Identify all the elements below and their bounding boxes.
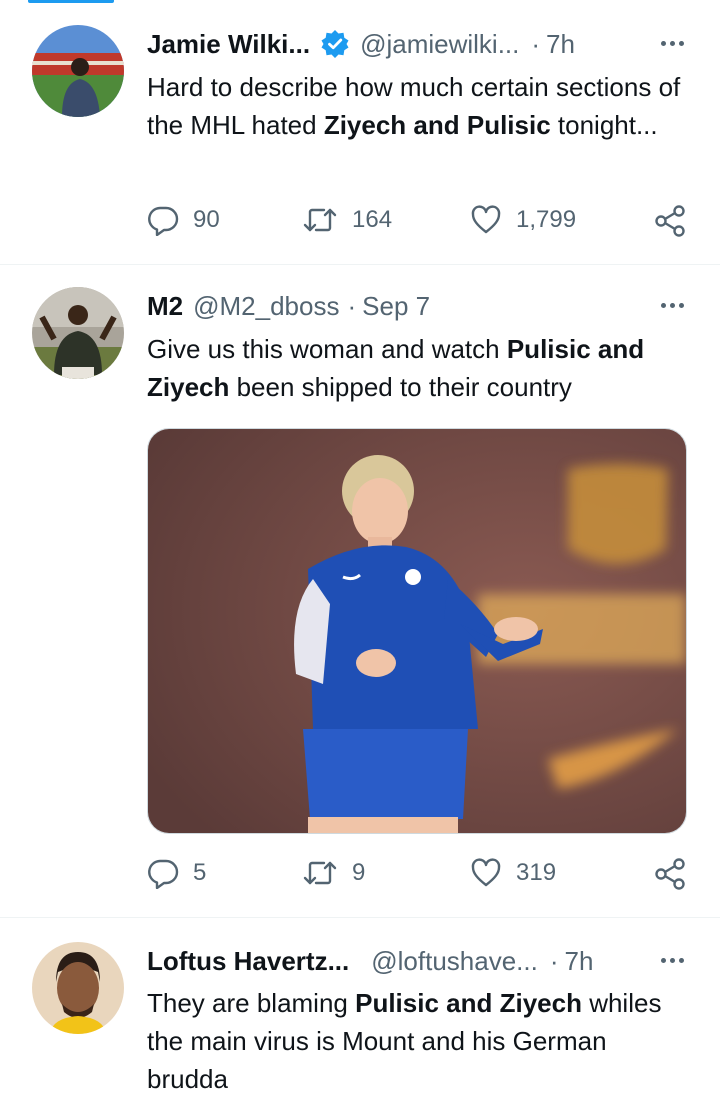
like-button[interactable]: 319 [470, 857, 556, 889]
more-icon[interactable] [661, 303, 684, 308]
tweet-time[interactable]: Sep 7 [362, 291, 430, 322]
separator-dot: · [347, 290, 357, 321]
tweet-time[interactable]: 7h [546, 29, 575, 60]
tweet-2[interactable]: M2 @M2_dboss · Sep 7 Give us this woman … [0, 265, 720, 917]
more-icon[interactable] [661, 958, 684, 963]
tweet-text: Hard to describe how much certain sectio… [147, 68, 690, 144]
verified-badge-icon [320, 29, 350, 59]
avatar-loftus[interactable] [32, 942, 124, 1034]
tweet-text-segment: been shipped to their country [229, 372, 572, 402]
share-icon [653, 204, 687, 238]
author-handle[interactable]: @jamiewilki... [360, 29, 519, 60]
share-button[interactable] [653, 857, 687, 891]
avatar-m2[interactable] [32, 287, 124, 379]
retweet-button[interactable]: 164 [302, 204, 392, 236]
reply-count: 5 [193, 859, 207, 886]
retweet-icon [302, 204, 338, 236]
tweet-text: Give us this woman and watch Pulisic and… [147, 330, 690, 406]
tweet-time[interactable]: 7h [565, 946, 594, 977]
tweet-text-segment: tonight... [550, 110, 658, 140]
tweet-1[interactable]: Jamie Wilki... @jamiewilki... · 7h Hard … [0, 0, 720, 265]
tweet-text-bold: Pulisic and Ziyech [355, 988, 582, 1018]
tweet-text: They are blaming Pulisic and Ziyech whil… [147, 984, 690, 1098]
tweet-text-segment: Give us this woman and watch [147, 334, 507, 364]
tweet-header: M2 @M2_dboss · Sep 7 [147, 289, 696, 323]
tweet-actions: 90 164 1,799 [147, 204, 692, 244]
separator-dot: · [549, 945, 559, 976]
like-count: 1,799 [516, 206, 577, 233]
share-button[interactable] [653, 204, 687, 238]
retweet-icon [302, 857, 338, 889]
reply-count: 90 [193, 206, 220, 233]
tweet-actions: 5 9 319 [147, 857, 692, 897]
like-icon [470, 204, 502, 236]
author-name[interactable]: Loftus Havertz... [147, 946, 349, 977]
share-icon [653, 857, 687, 891]
reply-button[interactable]: 90 [147, 204, 220, 236]
tweet-text-bold: Ziyech and Pulisic [323, 110, 551, 140]
retweet-button[interactable]: 9 [302, 857, 365, 889]
tweet-3[interactable]: Loftus Havertz... @loftushave... · 7h Th… [0, 918, 720, 1104]
reply-icon [147, 857, 179, 889]
reply-icon [147, 204, 179, 236]
author-name[interactable]: M2 [147, 291, 183, 322]
tweet-media-photo[interactable] [147, 428, 687, 834]
reply-button[interactable]: 5 [147, 857, 206, 889]
avatar-jamie[interactable] [32, 25, 124, 117]
author-name[interactable]: Jamie Wilki... [147, 29, 310, 60]
tweet-header: Jamie Wilki... @jamiewilki... · 7h [147, 27, 696, 61]
author-handle[interactable]: @loftushave... [371, 946, 538, 977]
tweet-text-segment: They are blaming [147, 988, 356, 1018]
like-count: 319 [516, 859, 557, 886]
retweet-count: 9 [352, 859, 366, 886]
retweet-count: 164 [352, 206, 393, 233]
tweet-header: Loftus Havertz... @loftushave... · 7h [147, 944, 696, 978]
more-icon[interactable] [661, 41, 684, 46]
separator-dot: · [531, 28, 541, 59]
like-button[interactable]: 1,799 [470, 204, 576, 236]
like-icon [470, 857, 502, 889]
author-handle[interactable]: @M2_dboss [193, 291, 339, 322]
